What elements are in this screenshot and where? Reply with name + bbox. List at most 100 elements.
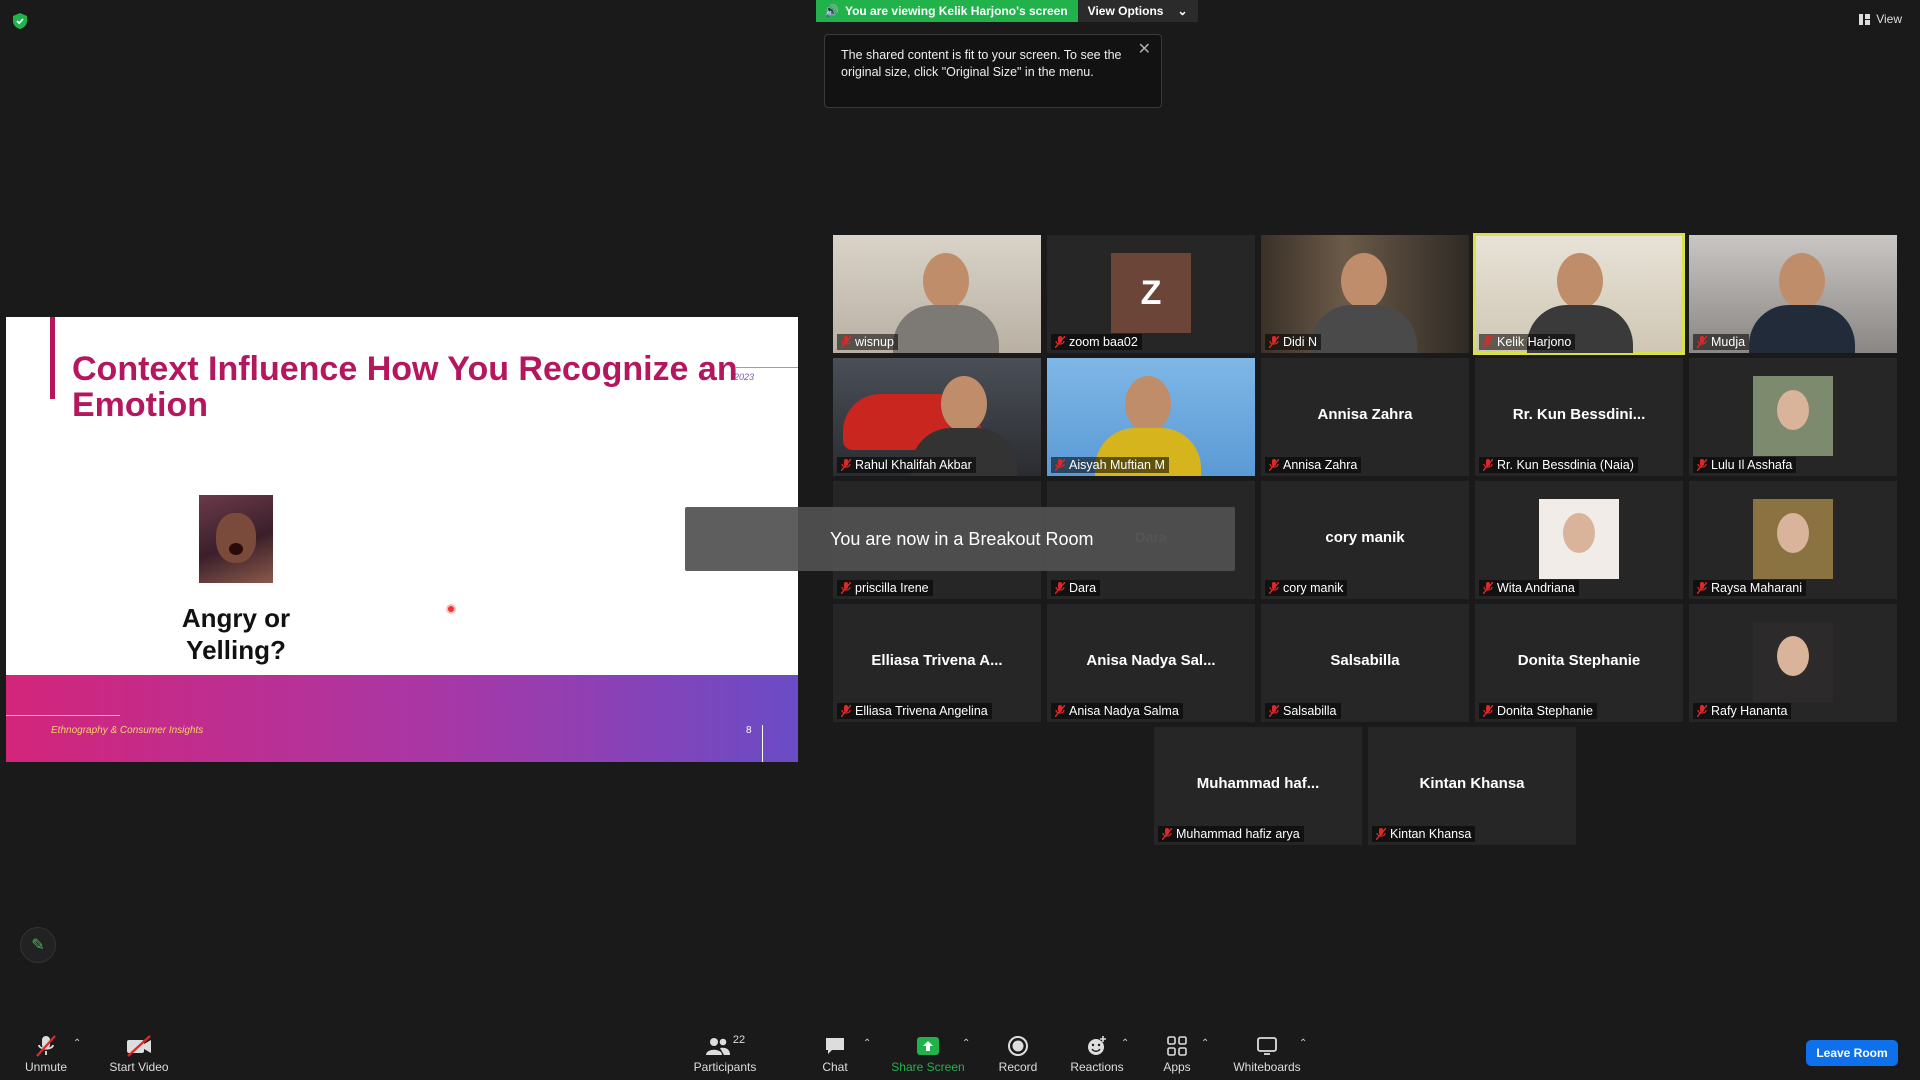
participant-tile[interactable]: Kintan Khansa Kintan Khansa [1368,727,1576,845]
participant-name-label: Didi N [1265,334,1322,353]
chat-button[interactable]: Chat [815,1034,855,1074]
participant-name-label: Aisyah Muftian M [1051,457,1169,473]
annotate-pen-icon[interactable]: ✎ [20,927,56,963]
chat-icon [815,1034,855,1058]
person-silhouette [1341,253,1387,309]
participant-tile[interactable]: Salsabilla Salsabilla [1261,604,1469,722]
muted-mic-icon [1268,458,1280,476]
reactions-button[interactable]: Reactions [1068,1034,1126,1074]
reactions-options-caret-icon[interactable]: ⌃ [1121,1038,1129,1049]
participant-name-label: Muhammad hafiz arya [1158,826,1304,842]
muted-mic-icon [1696,335,1708,353]
muted-mic-icon [1054,704,1066,722]
participant-name-label: Annisa Zahra [1265,457,1362,476]
participant-name-text: Raysa Maharani [1711,581,1803,595]
participant-tile[interactable]: Mudja [1689,235,1897,353]
participant-name-text: Dara [1069,581,1097,595]
participant-tile[interactable]: Muhammad haf... Muhammad hafiz arya [1154,727,1362,845]
person-silhouette [1779,253,1825,309]
chevron-down-icon: ⌄ [1177,4,1188,18]
whiteboard-options-caret-icon[interactable]: ⌃ [1299,1038,1307,1049]
participant-name-text: Wita Andriana [1497,581,1575,595]
apps-button[interactable]: Apps [1160,1034,1194,1074]
screen-share-banner: 🔊 You are viewing Kelik Harjono's screen… [816,0,1198,22]
participant-tile[interactable]: Zzoom baa02 [1047,235,1255,353]
record-icon [997,1034,1039,1058]
view-button[interactable]: View [1859,12,1902,26]
participant-name-text: Lulu Il Asshafa [1711,458,1793,472]
laser-pointer-icon [446,604,456,614]
close-icon[interactable]: ✕ [1138,41,1151,58]
tooltip-text: The shared content is fit to your screen… [841,48,1122,79]
participant-name-text: Kintan Khansa [1390,827,1472,841]
participant-tile[interactable]: Elliasa Trivena A... Elliasa Trivena Ange… [833,604,1041,722]
participant-display-name: Anisa Nadya Sal... [1086,652,1216,669]
audio-options-caret-icon[interactable]: ⌃ [73,1038,81,1049]
participant-tile[interactable]: Wita Andriana [1475,481,1683,599]
chat-options-caret-icon[interactable]: ⌃ [863,1038,871,1049]
muted-mic-icon [1054,581,1066,599]
participant-tile[interactable]: Rahul Khalifah Akbar [833,358,1041,476]
person-silhouette [923,253,969,309]
participant-name-label: Salsabilla [1265,703,1341,719]
whiteboards-label: Whiteboards [1233,1060,1301,1074]
record-button[interactable]: Record [997,1034,1039,1074]
photo-face-shape [1777,513,1809,553]
participant-tile[interactable]: Didi N [1261,235,1469,353]
muted-mic-icon [1268,704,1280,722]
participant-tile[interactable]: Anisa Nadya Sal... Anisa Nadya Salma [1047,604,1255,722]
participant-name-label: wisnup [837,334,898,350]
participant-tile[interactable]: Lulu Il Asshafa [1689,358,1897,476]
muted-mic-icon [1696,704,1708,722]
decorative-line [736,367,798,368]
participant-tile[interactable]: wisnup [833,235,1041,353]
participants-button[interactable]: 22 Participants [690,1034,760,1074]
muted-mic-icon [1482,335,1494,353]
apps-options-caret-icon[interactable]: ⌃ [1201,1038,1209,1049]
gallery-view-icon [1859,13,1871,25]
participant-name-text: Donita Stephanie [1497,704,1593,718]
speaker-icon: 🔊 [824,4,839,18]
participant-tile[interactable]: Annisa Zahra Annisa Zahra [1261,358,1469,476]
participant-tile[interactable]: Aisyah Muftian M [1047,358,1255,476]
participant-name-label: Raysa Maharani [1693,580,1807,599]
muted-mic-icon [1268,335,1280,353]
photo-face-shape [1777,636,1809,676]
profile-photo [1753,376,1833,456]
unmute-button[interactable]: Unmute [18,1034,74,1074]
shared-screen-slide: Context Influence How You Recognize an E… [6,317,798,762]
participant-name-label: Rr. Kun Bessdinia (Naia) [1479,457,1638,473]
participant-name-text: wisnup [855,335,894,349]
participant-tile[interactable]: cory manik cory manik [1261,481,1469,599]
share-screen-button[interactable]: Share Screen [890,1034,966,1074]
encryption-shield-icon[interactable] [12,12,28,30]
view-options-label: View Options [1087,4,1164,18]
slide-question: Angry or Yelling? [181,603,291,665]
view-button-label: View [1876,12,1902,26]
participant-tile[interactable]: Raysa Maharani [1689,481,1897,599]
participant-name-text: Elliasa Trivena Angelina [855,704,988,718]
participant-tile[interactable]: Rafy Hananta [1689,604,1897,722]
participant-name-text: Rafy Hananta [1711,704,1788,718]
muted-mic-icon [1696,581,1708,599]
participant-name-label: Wita Andriana [1479,580,1579,596]
leave-room-button[interactable]: Leave Room [1806,1040,1898,1066]
unmute-label: Unmute [24,1060,68,1074]
start-video-button[interactable]: Start Video [106,1034,172,1074]
muted-mic-icon [1054,458,1066,476]
muted-mic-icon [1054,335,1066,353]
share-options-caret-icon[interactable]: ⌃ [962,1038,970,1049]
participant-name-label: Rafy Hananta [1693,703,1792,722]
person-silhouette [941,376,987,432]
participant-name-label: Kelik Harjono [1479,334,1576,353]
viewing-status-text: You are viewing Kelik Harjono's screen [844,4,1068,18]
participants-count: 22 [732,1034,746,1046]
participant-tile[interactable]: Donita Stephanie Donita Stephanie [1475,604,1683,722]
participant-tile[interactable]: Kelik Harjono [1473,233,1685,355]
participant-name-text: Kelik Harjono [1497,335,1572,349]
participant-display-name: Muhammad haf... [1196,775,1320,792]
view-options-button[interactable]: View Options ⌄ [1077,0,1198,22]
whiteboards-button[interactable]: Whiteboards [1230,1034,1304,1074]
participant-tile[interactable]: Rr. Kun Bessdini... Rr. Kun Bessdinia (Na… [1475,358,1683,476]
slide-title: Context Influence How You Recognize an E… [72,350,738,424]
